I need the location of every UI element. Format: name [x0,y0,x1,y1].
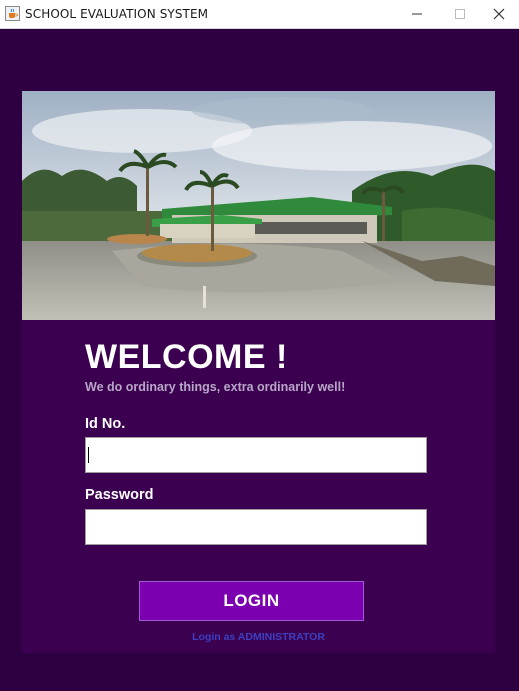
admin-login-link[interactable]: Login as ADMINISTRATOR [22,631,495,643]
school-motto: We do ordinary things, extra ordinarily … [85,380,346,394]
id-label: Id No. [85,416,126,432]
java-cup-icon [5,6,20,21]
id-input[interactable] [85,437,427,473]
close-button[interactable] [476,0,519,28]
minimize-icon [412,13,422,15]
login-button[interactable]: LOGIN [139,581,364,621]
minimize-button[interactable] [394,0,440,28]
close-icon [493,8,505,20]
password-input[interactable] [85,509,427,545]
campus-building-photo [22,91,495,320]
title-bar: SCHOOL EVALUATION SYSTEM [0,0,519,29]
password-label: Password [85,487,154,503]
login-panel: WELCOME ! We do ordinary things, extra o… [22,91,495,653]
text-cursor [88,447,89,463]
welcome-heading: WELCOME ! [85,338,288,376]
maximize-icon [455,9,465,19]
window-title: SCHOOL EVALUATION SYSTEM [25,7,209,21]
